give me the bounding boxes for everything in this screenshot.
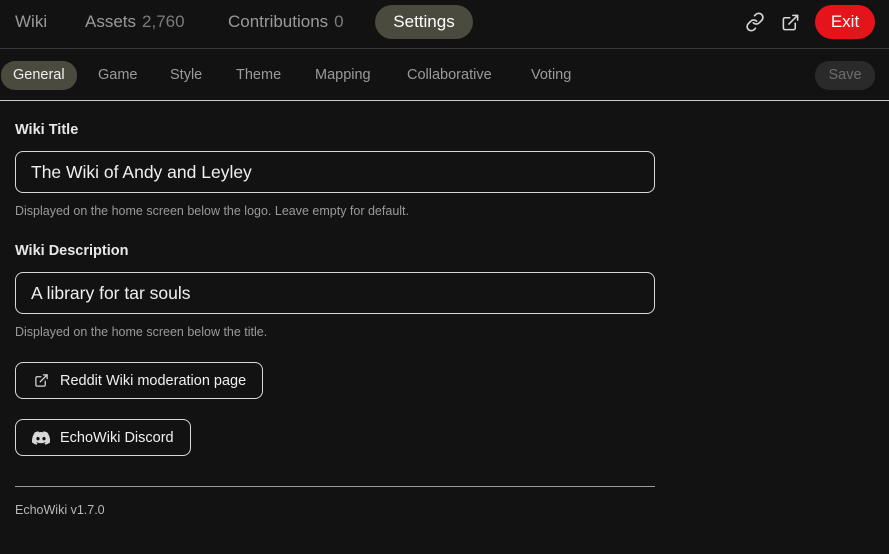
echowiki-discord-button[interactable]: EchoWiki Discord xyxy=(15,419,191,456)
tab-collaborative[interactable]: Collaborative xyxy=(407,61,492,90)
nav-contributions-count: 0 xyxy=(334,12,344,31)
tab-game[interactable]: Game xyxy=(98,61,138,90)
nav-settings[interactable]: Settings xyxy=(375,5,473,39)
wiki-description-input[interactable] xyxy=(15,272,655,314)
tab-style[interactable]: Style xyxy=(170,61,202,90)
nav-settings-label: Settings xyxy=(393,12,455,31)
echowiki-discord-label: EchoWiki Discord xyxy=(60,429,174,446)
nav-assets-count: 2,760 xyxy=(142,12,185,31)
tab-theme[interactable]: Theme xyxy=(236,61,281,90)
external-link-icon[interactable] xyxy=(778,10,802,34)
wiki-description-label: Wiki Description xyxy=(15,243,129,259)
nav-wiki[interactable]: Wiki xyxy=(15,5,47,39)
tab-general[interactable]: General xyxy=(1,61,77,90)
reddit-wiki-moderation-button[interactable]: Reddit Wiki moderation page xyxy=(15,362,264,399)
save-button[interactable]: Save xyxy=(815,61,875,90)
nav-contributions[interactable]: Contributions 0 xyxy=(228,5,344,39)
tab-mapping[interactable]: Mapping xyxy=(315,61,371,90)
tab-voting[interactable]: Voting xyxy=(531,61,571,90)
wiki-title-help: Displayed on the home screen below the l… xyxy=(15,204,409,218)
settings-tabs: General Game Style Theme Mapping Collabo… xyxy=(0,50,889,101)
nav-contributions-label: Contributions xyxy=(228,12,329,31)
exit-button[interactable]: Exit xyxy=(815,5,875,39)
version-label: EchoWiki v1.7.0 xyxy=(15,503,105,517)
wiki-title-label: Wiki Title xyxy=(15,122,79,138)
external-link-icon xyxy=(32,372,50,390)
discord-icon xyxy=(32,429,50,447)
wiki-title-input[interactable] xyxy=(15,151,655,193)
nav-assets-label: Assets xyxy=(85,12,137,31)
top-nav: Wiki Assets 2,760 Contributions 0 Settings… xyxy=(0,0,889,49)
link-icon[interactable] xyxy=(743,10,767,34)
wiki-description-help: Displayed on the home screen below the t… xyxy=(15,325,268,339)
nav-assets[interactable]: Assets 2,760 xyxy=(85,5,185,39)
divider xyxy=(15,486,655,487)
nav-wiki-label: Wiki xyxy=(15,12,48,31)
reddit-wiki-moderation-label: Reddit Wiki moderation page xyxy=(60,372,247,389)
